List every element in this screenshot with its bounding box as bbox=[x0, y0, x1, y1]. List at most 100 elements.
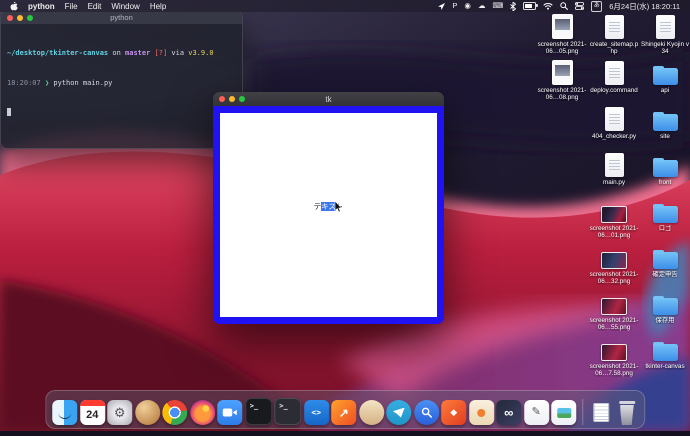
desktop-icon[interactable]: ロゴ bbox=[640, 198, 690, 244]
desktop-icon-column-1: screenshot 2021-06…05.png screenshot 202… bbox=[537, 14, 587, 106]
record-status-icon[interactable]: ◉ bbox=[464, 2, 471, 10]
desktop-icon[interactable]: 保存用 bbox=[640, 290, 690, 336]
desktop-icon[interactable]: 確定申告 bbox=[640, 244, 690, 290]
dock-infinity-app[interactable]: ∞ bbox=[496, 400, 522, 425]
battery-icon[interactable] bbox=[523, 2, 538, 10]
desktop-icon[interactable]: api bbox=[640, 60, 690, 106]
tk-window[interactable]: tk テキスト bbox=[213, 92, 444, 324]
dock-telegram[interactable] bbox=[386, 400, 412, 425]
dock-system-preferences[interactable]: ⚙ bbox=[107, 400, 133, 425]
ime-input-icon[interactable]: あ bbox=[591, 0, 603, 12]
terminal-window-controls bbox=[7, 14, 33, 21]
dock-terminal-alt[interactable]: >_ bbox=[274, 398, 302, 425]
document-icon bbox=[592, 403, 609, 422]
tk-titlebar[interactable]: tk bbox=[213, 92, 444, 106]
tk-window-title: tk bbox=[325, 94, 332, 104]
bluetooth-glyph bbox=[510, 1, 517, 11]
camera-icon bbox=[222, 408, 237, 417]
control-center-icon[interactable] bbox=[575, 2, 585, 10]
menu-bar: python File Edit Window Help P ◉ ☁ ⌨ あ 6… bbox=[0, 0, 690, 12]
desktop-icon[interactable]: screenshot 2021-06…32.png bbox=[589, 244, 639, 290]
terminal-titlebar[interactable]: python bbox=[1, 11, 242, 24]
desktop-icon[interactable]: screenshot 2021-06…08.png bbox=[537, 60, 587, 106]
icon-label: screenshot 2021-06…7.58.png bbox=[589, 362, 639, 377]
dock-trash[interactable] bbox=[616, 400, 638, 425]
prompt-line-3 bbox=[7, 108, 236, 118]
dock-tan-app[interactable] bbox=[358, 400, 384, 425]
desktop-icon[interactable]: screenshot 2021-06…05.png bbox=[537, 14, 587, 60]
desktop-icon[interactable]: screenshot 2021-06…01.png bbox=[589, 198, 639, 244]
close-button[interactable] bbox=[219, 96, 225, 102]
text-before-selection: テ bbox=[313, 201, 322, 211]
dock-firefox[interactable] bbox=[189, 400, 215, 425]
document-file-icon bbox=[604, 61, 624, 85]
dock-search-app[interactable] bbox=[413, 400, 439, 425]
wifi-icon[interactable] bbox=[543, 2, 553, 10]
tk-canvas[interactable]: テキスト bbox=[220, 113, 437, 317]
dock-documents-stack[interactable] bbox=[588, 400, 613, 425]
desktop-icon[interactable]: tkinter-canvas bbox=[640, 336, 690, 382]
icon-label: screenshot 2021-06…05.png bbox=[537, 40, 587, 55]
minimize-button[interactable] bbox=[17, 14, 23, 21]
dock-stats[interactable]: ↗ bbox=[331, 400, 357, 425]
keyboard-status-icon[interactable]: ⌨ bbox=[492, 2, 503, 10]
desktop-icon[interactable]: deploy.command bbox=[589, 60, 639, 106]
spotlight-icon[interactable] bbox=[560, 2, 569, 10]
minimize-button[interactable] bbox=[229, 96, 235, 102]
dock-orange-app[interactable]: ◆ bbox=[441, 400, 467, 425]
calendar-day: 24 bbox=[86, 408, 99, 421]
dock-homebrew[interactable] bbox=[134, 400, 160, 425]
bluetooth-icon[interactable] bbox=[510, 1, 517, 11]
desktop-icon[interactable]: create_sitemap.php bbox=[589, 14, 639, 60]
desktop-icon-column-3: Shingeki Kyojin v34 api site front ロゴ 確定… bbox=[640, 14, 690, 382]
app-menu-title[interactable]: python bbox=[28, 2, 55, 11]
dock-finder[interactable] bbox=[52, 400, 78, 425]
chart-arrow-icon: ↗ bbox=[338, 405, 349, 420]
zoom-button[interactable] bbox=[27, 14, 33, 21]
location-arrow-icon[interactable] bbox=[438, 2, 446, 10]
icon-label: screenshot 2021-06…08.png bbox=[537, 86, 587, 101]
icon-label: create_sitemap.php bbox=[589, 40, 639, 55]
desktop-icon[interactable]: screenshot 2021-06…55.png bbox=[589, 290, 639, 336]
close-button[interactable] bbox=[7, 14, 13, 21]
finder-face-icon bbox=[58, 410, 72, 419]
desktop-icon[interactable]: Shingeki Kyojin v34 bbox=[640, 14, 690, 60]
menu-edit[interactable]: Edit bbox=[88, 2, 102, 11]
wifi-glyph bbox=[543, 3, 553, 10]
canvas-text: テキスト bbox=[220, 201, 437, 212]
cloud-status-icon[interactable]: ☁ bbox=[478, 2, 486, 10]
dock-photos[interactable] bbox=[551, 400, 577, 425]
p-status-icon[interactable]: P bbox=[452, 2, 457, 10]
infinity-icon: ∞ bbox=[504, 405, 514, 420]
dock-video-call[interactable] bbox=[217, 400, 243, 425]
desktop-icon[interactable]: front bbox=[640, 152, 690, 198]
menu-clock[interactable]: 6月24日(水) 18:20:11 bbox=[609, 1, 680, 12]
battery-level bbox=[525, 4, 533, 8]
dock-vscode[interactable]: <> bbox=[303, 400, 329, 425]
desktop-icon[interactable]: site bbox=[640, 106, 690, 152]
desktop-icon[interactable]: main.py bbox=[589, 152, 639, 198]
control-center-glyph bbox=[575, 2, 585, 10]
trash-lid-icon bbox=[618, 401, 635, 404]
icon-label: main.py bbox=[602, 178, 626, 186]
terminal-output[interactable]: ~/desktop/tkinter-canvas on master [?] v… bbox=[1, 24, 242, 142]
folder-icon bbox=[652, 157, 678, 177]
terminal-window[interactable]: python ~/desktop/tkinter-canvas on maste… bbox=[0, 10, 243, 149]
menu-help[interactable]: Help bbox=[150, 2, 166, 11]
dock-cream-app[interactable] bbox=[468, 400, 494, 425]
menu-file[interactable]: File bbox=[65, 2, 78, 11]
icon-label: site bbox=[660, 132, 670, 140]
desktop-icon[interactable]: screenshot 2021-06…7.58.png bbox=[589, 336, 639, 382]
dock-notes[interactable]: ✎ bbox=[523, 400, 549, 425]
mouse-cursor-icon bbox=[334, 200, 343, 218]
python-version: v3.9.0 bbox=[188, 49, 214, 57]
apple-menu[interactable] bbox=[10, 1, 18, 11]
terminal-title: python bbox=[110, 13, 133, 22]
dock-calendar[interactable]: 24 bbox=[79, 400, 105, 425]
prompt-time: 18:20:07 bbox=[7, 79, 45, 87]
dock-chrome[interactable] bbox=[162, 400, 188, 425]
desktop-icon[interactable]: 404_checker.py bbox=[589, 106, 639, 152]
menu-window[interactable]: Window bbox=[111, 2, 139, 11]
zoom-button[interactable] bbox=[239, 96, 245, 102]
dock-terminal[interactable]: >_ bbox=[244, 398, 272, 425]
